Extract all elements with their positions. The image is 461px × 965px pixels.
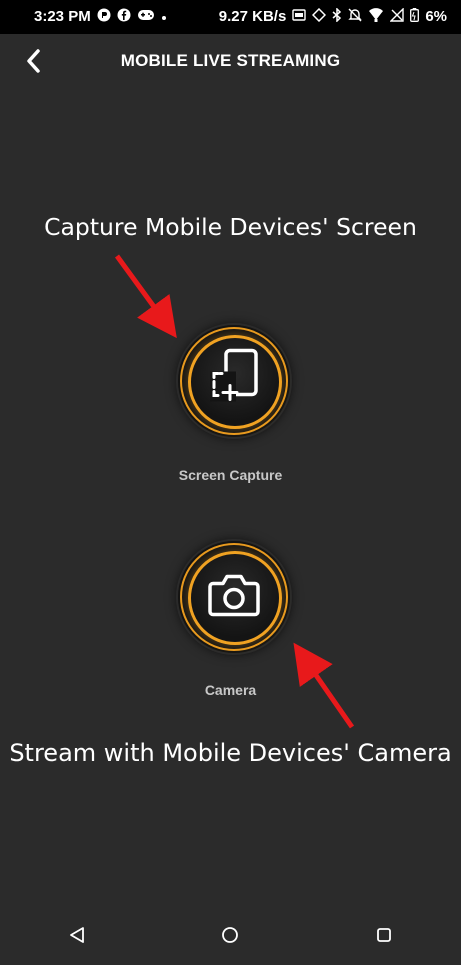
- facebook-icon: [117, 8, 131, 25]
- rotate-icon: [312, 7, 327, 25]
- app-notification-icon: [97, 8, 111, 25]
- no-signal-icon: [389, 7, 405, 25]
- battery-icon: [410, 8, 420, 25]
- screen-capture-button[interactable]: [178, 325, 290, 437]
- camera-icon: [207, 572, 261, 623]
- camera-button[interactable]: [178, 541, 290, 653]
- nav-back-button[interactable]: [57, 915, 97, 955]
- page-title: MOBILE LIVE STREAMING: [120, 51, 341, 70]
- app-header: MOBILE LIVE STREAMING: [0, 34, 461, 88]
- nav-recents-button[interactable]: [364, 915, 404, 955]
- system-navigation-bar: [0, 905, 461, 965]
- screen-capture-icon: [206, 348, 262, 415]
- mute-icon: [348, 8, 363, 25]
- battery-level: 6%: [425, 8, 447, 25]
- square-recents-icon: [377, 928, 392, 942]
- wifi-icon: [368, 8, 384, 25]
- bluetooth-icon: [332, 7, 342, 25]
- dot-icon: [161, 9, 167, 24]
- network-speed: 9.27 KB/s: [218, 8, 287, 25]
- auto-brightness-icon: [292, 8, 307, 25]
- annotation-camera: Stream with Mobile Devices' Camera: [9, 739, 452, 767]
- game-controller-icon: [137, 8, 155, 25]
- annotation-screen-capture: Capture Mobile Devices' Screen: [44, 213, 417, 241]
- circle-home-icon: [222, 927, 239, 943]
- status-time: 3:23 PM: [34, 8, 91, 25]
- screen-capture-label: Screen Capture: [178, 467, 283, 483]
- status-bar: 3:23 PM 9.27 KB/s 6%: [0, 0, 461, 34]
- nav-home-button[interactable]: [210, 915, 250, 955]
- camera-label: Camera: [204, 682, 257, 698]
- triangle-back-icon: [69, 927, 84, 943]
